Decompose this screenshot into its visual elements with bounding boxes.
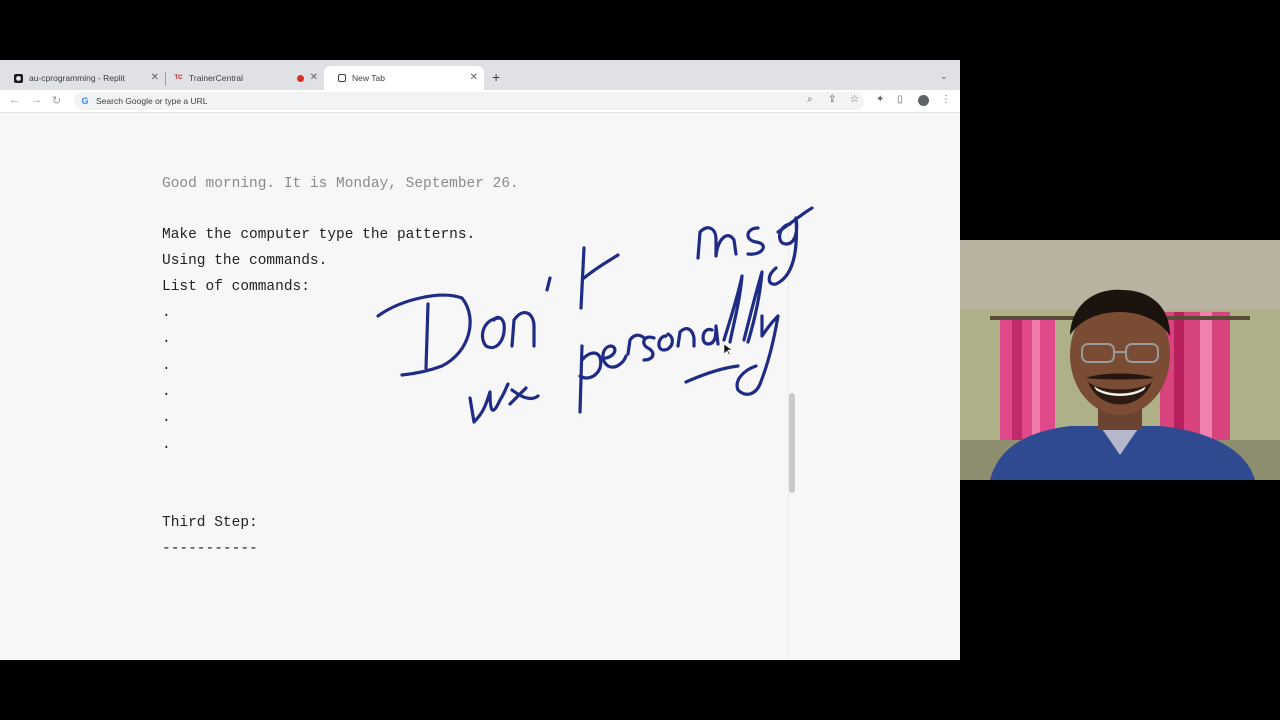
ink-stroke [480, 315, 506, 350]
ink-stroke [468, 382, 510, 424]
ink-stroke [582, 253, 620, 280]
ink-stroke [742, 270, 764, 344]
ink-stroke [657, 332, 674, 352]
ink-stroke [684, 364, 740, 384]
handwritten-annotation [376, 206, 814, 424]
ink-stroke [601, 344, 628, 369]
ink-stroke [545, 276, 552, 292]
ink-stroke [424, 302, 430, 370]
ink-stroke [508, 386, 540, 406]
ink-stroke [696, 226, 738, 260]
ink-stroke [746, 226, 765, 256]
ink-stroke [578, 351, 603, 380]
webcam-frame [960, 240, 1280, 480]
ink-stroke [642, 335, 656, 362]
ink-stroke [626, 333, 646, 356]
ink-stroke [510, 311, 536, 348]
presenter-webcam-video [960, 240, 1280, 480]
ink-stroke [676, 327, 696, 348]
ink-stroke [578, 344, 584, 414]
ink-stroke [376, 293, 472, 377]
ink-stroke [735, 314, 780, 396]
ink-stroke [701, 324, 720, 346]
cursor-icon [723, 343, 733, 356]
ink-stroke [722, 274, 744, 344]
